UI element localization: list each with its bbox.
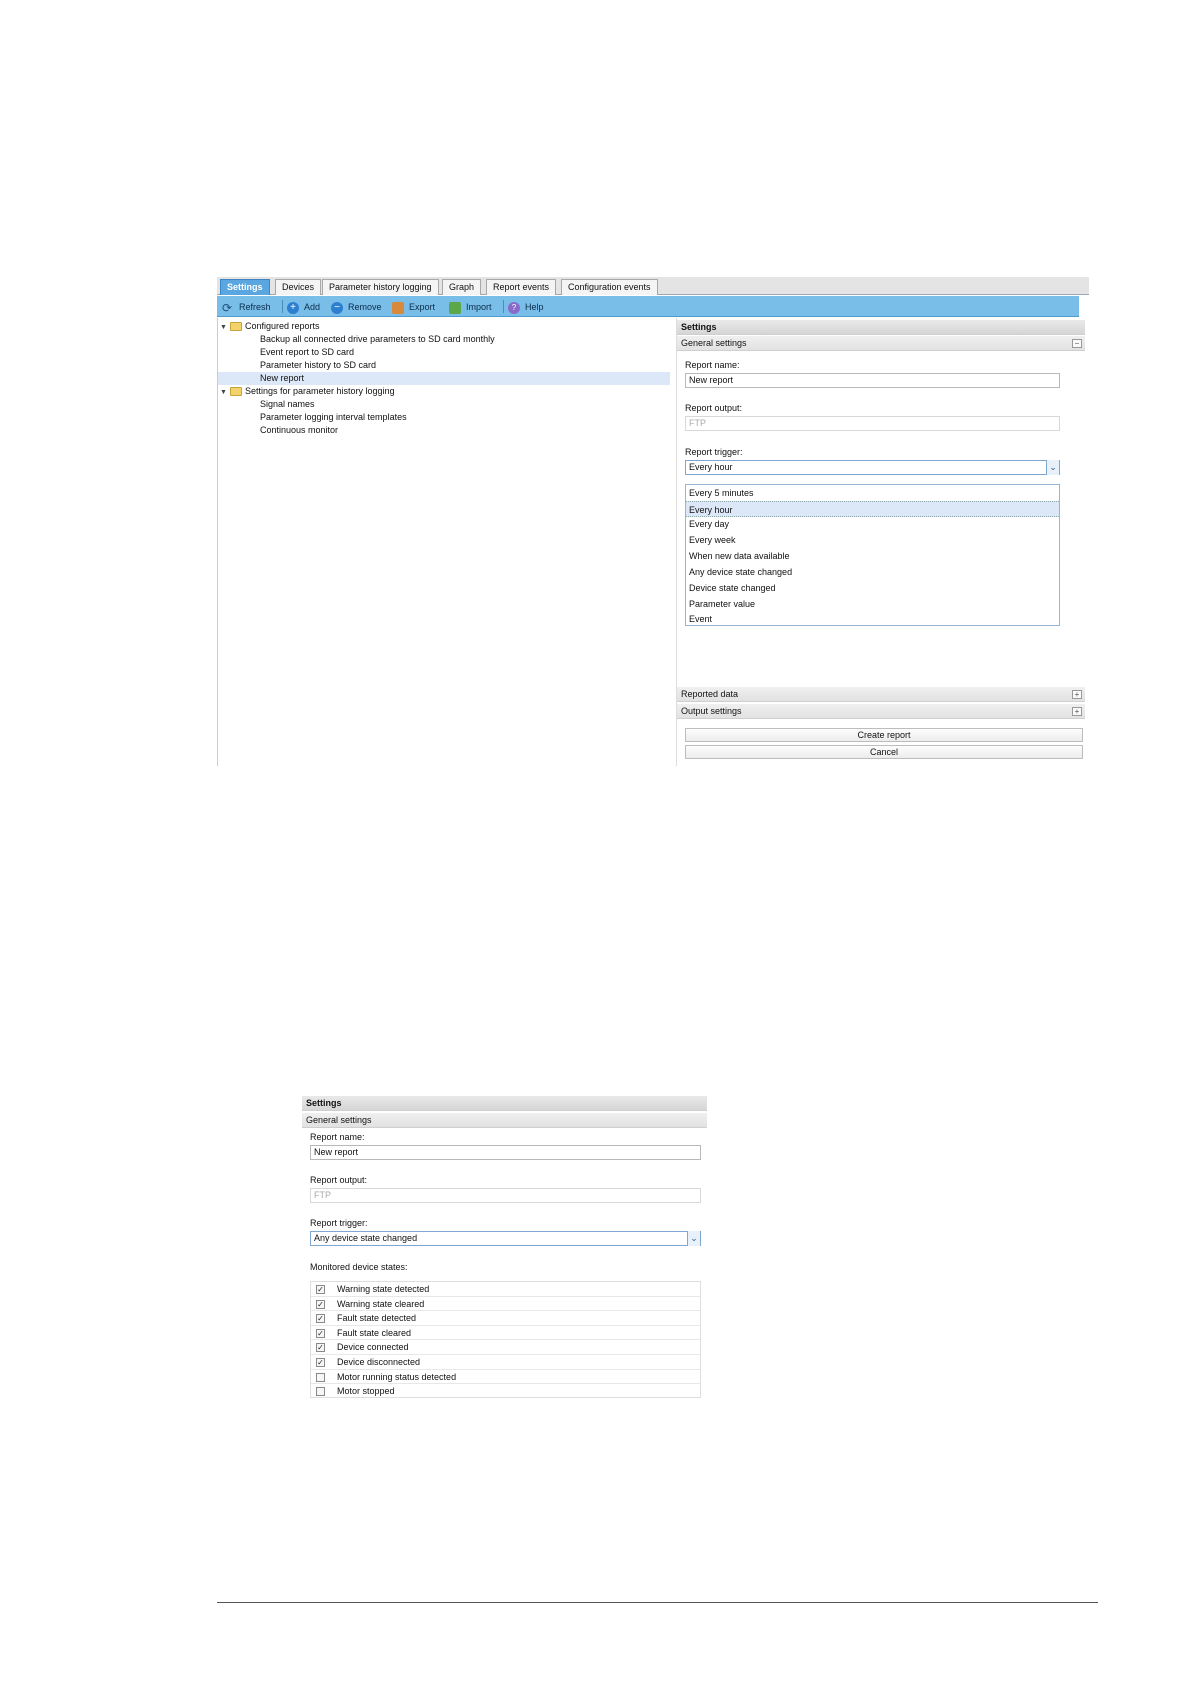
list-item[interactable]: ✓ Device connected	[311, 1340, 700, 1356]
toolbar-separator	[282, 300, 283, 313]
report-trigger-combo[interactable]: Every hour ⌄	[685, 460, 1060, 475]
export-button[interactable]: Export	[392, 300, 435, 314]
tree-item-selected[interactable]: New report	[218, 372, 670, 385]
help-button[interactable]: ? Help	[508, 300, 544, 314]
tab-devices[interactable]: Devices	[275, 279, 322, 295]
expand-icon[interactable]: +	[1072, 690, 1082, 699]
help-icon: ?	[508, 301, 520, 314]
tab-report-events[interactable]: Report events	[486, 279, 557, 295]
list-item[interactable]: ✓ Fault state detected	[311, 1311, 700, 1326]
tab-settings[interactable]: Settings	[220, 279, 270, 295]
tree-folder-history-logging[interactable]: ▼ Settings for parameter history logging	[220, 385, 672, 398]
refresh-icon: ⟳	[222, 300, 233, 315]
import-icon	[449, 301, 461, 314]
folder-icon	[230, 322, 242, 332]
general-settings-header[interactable]: General settings −	[677, 336, 1085, 351]
dropdown-option[interactable]: Any device state changed	[686, 564, 1059, 580]
tab-configuration-events[interactable]: Configuration events	[561, 279, 658, 295]
report-output-input: FTP	[310, 1188, 701, 1203]
footer-divider	[217, 1602, 1098, 1603]
checkbox[interactable]: ✓	[316, 1299, 325, 1309]
list-item[interactable]: ✓ Warning state cleared	[311, 1297, 700, 1312]
trigger-dropdown-list: Every 5 minutes Every hour Every day Eve…	[685, 484, 1060, 626]
list-item[interactable]: Motor running status detected	[311, 1370, 700, 1385]
cancel-button[interactable]: Cancel	[685, 745, 1083, 759]
tree-item[interactable]: Parameter history to SD card	[218, 359, 670, 372]
toolbar-separator	[503, 300, 504, 313]
dropdown-option[interactable]: Event	[686, 611, 1059, 627]
output-settings-header[interactable]: Output settings +	[677, 704, 1085, 719]
add-icon: +	[287, 301, 299, 314]
checkbox[interactable]: ✓	[316, 1358, 325, 1367]
checkbox[interactable]	[316, 1372, 325, 1382]
dropdown-option[interactable]: Every day	[686, 516, 1059, 532]
tree-item[interactable]: Signal names	[218, 398, 670, 411]
monitored-states-list: ✓ Warning state detected ✓ Warning state c…	[310, 1281, 701, 1398]
add-button[interactable]: + Add	[287, 300, 320, 314]
dropdown-option[interactable]: Every week	[686, 532, 1059, 548]
expand-icon[interactable]: +	[1072, 707, 1082, 716]
monitored-states-label: Monitored device states:	[310, 1262, 408, 1272]
tree-item[interactable]: Continuous monitor	[218, 424, 670, 437]
dropdown-option[interactable]: Every 5 minutes	[686, 485, 1059, 501]
list-item[interactable]: ✓ Device disconnected	[311, 1355, 700, 1370]
report-settings-screenshot: Settings Devices Parameter history loggi…	[217, 277, 1089, 766]
report-trigger-combo[interactable]: Any device state changed ⌄	[310, 1231, 701, 1246]
dropdown-option[interactable]: When new data available	[686, 548, 1059, 564]
report-output-label: Report output:	[685, 403, 743, 413]
list-item[interactable]: ✓ Warning state detected	[311, 1282, 700, 1297]
device-state-settings-screenshot: Settings General settings Report name: N…	[302, 1096, 707, 1398]
tab-parameter-history-logging[interactable]: Parameter history logging	[322, 279, 439, 295]
checkbox[interactable]	[316, 1387, 325, 1397]
report-name-label: Report name:	[685, 360, 740, 370]
tree-item[interactable]: Event report to SD card	[218, 346, 670, 359]
report-output-label: Report output:	[310, 1175, 368, 1185]
refresh-button[interactable]: ⟳ Refresh	[222, 300, 271, 314]
dropdown-option-highlighted[interactable]: Every hour	[686, 501, 1059, 517]
dropdown-option[interactable]: Parameter value	[686, 596, 1059, 612]
tree-item[interactable]: Backup all connected drive parameters to…	[218, 333, 670, 346]
export-icon	[392, 301, 404, 314]
checkbox[interactable]: ✓	[316, 1285, 325, 1294]
reported-data-header[interactable]: Reported data +	[677, 687, 1085, 702]
settings-panel: Settings General settings − Report name:…	[676, 318, 1085, 766]
report-tree: ▼ Configured reports Backup all connected…	[217, 318, 672, 766]
toolbar: ⟳ Refresh + Add − Remove Export Import ? Hel…	[217, 296, 1079, 317]
remove-button[interactable]: − Remove	[331, 300, 382, 314]
report-name-input[interactable]: New report	[310, 1145, 701, 1160]
report-name-input[interactable]: New report	[685, 373, 1060, 388]
checkbox[interactable]: ✓	[316, 1314, 325, 1324]
report-output-input: FTP	[685, 416, 1060, 431]
settings-header: Settings	[302, 1096, 707, 1111]
report-trigger-label: Report trigger:	[310, 1218, 368, 1228]
import-button[interactable]: Import	[449, 300, 492, 314]
list-item[interactable]: ✓ Fault state cleared	[311, 1326, 700, 1341]
tab-graph[interactable]: Graph	[442, 279, 482, 295]
tree-folder-configured-reports[interactable]: ▼ Configured reports	[220, 320, 672, 333]
folder-icon	[230, 387, 242, 397]
chevron-down-icon[interactable]: ⌄	[687, 1231, 700, 1246]
report-name-label: Report name:	[310, 1132, 365, 1142]
checkbox[interactable]: ✓	[316, 1343, 325, 1353]
collapse-icon[interactable]: −	[1072, 339, 1082, 348]
remove-icon: −	[331, 301, 343, 314]
tab-bar: Settings Devices Parameter history loggi…	[217, 277, 1089, 295]
general-settings-header[interactable]: General settings	[302, 1113, 707, 1128]
checkbox[interactable]: ✓	[316, 1328, 325, 1338]
tree-item[interactable]: Parameter logging interval templates	[218, 411, 670, 424]
report-trigger-label: Report trigger:	[685, 447, 743, 457]
create-report-button[interactable]: Create report	[685, 728, 1083, 742]
list-item[interactable]: Motor stopped	[311, 1384, 700, 1399]
chevron-down-icon[interactable]: ⌄	[1046, 460, 1059, 475]
dropdown-option[interactable]: Device state changed	[686, 580, 1059, 596]
settings-header: Settings	[677, 320, 1085, 335]
